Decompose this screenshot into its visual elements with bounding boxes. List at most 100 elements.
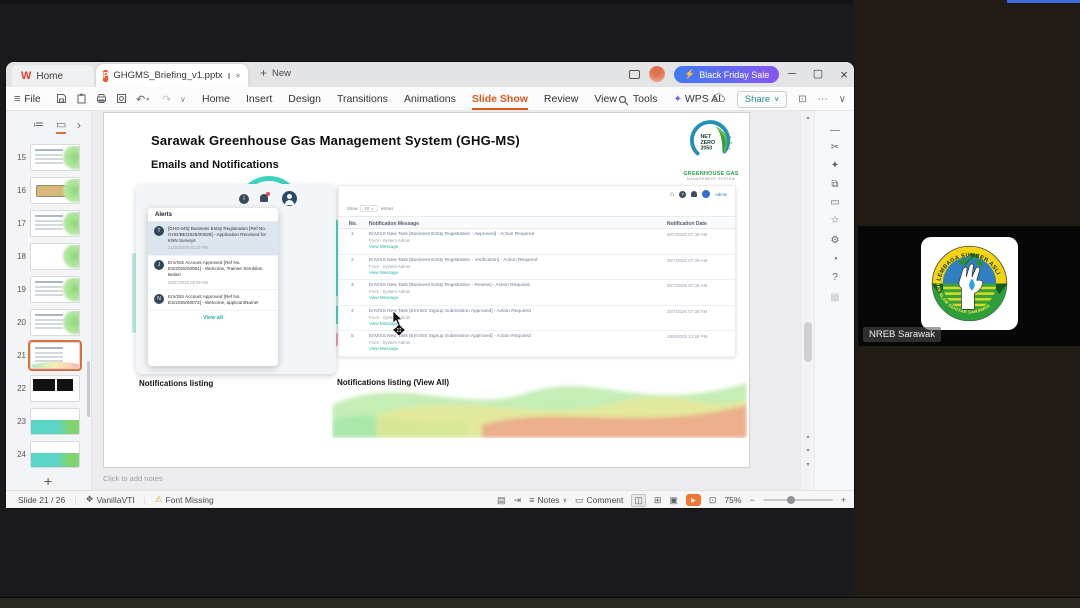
- design-tools-icon[interactable]: ✂: [815, 142, 855, 153]
- listing-topbar-icons: ⌂ ? Admin: [670, 190, 727, 198]
- menu-transitions[interactable]: Transitions: [337, 93, 388, 105]
- slide-thumbnail-16[interactable]: [30, 177, 80, 204]
- search-icon[interactable]: [618, 93, 629, 111]
- alert-item[interactable]: T [GHG-MS] Business Entity Registration […: [148, 222, 278, 257]
- multi-device-icon[interactable]: [629, 70, 640, 79]
- slide-thumbnail-24[interactable]: [30, 441, 80, 468]
- slide-thumbnail-23[interactable]: [30, 408, 80, 435]
- zoom-slider[interactable]: [762, 496, 833, 504]
- notes-toggle[interactable]: ≡ Notes ∨: [529, 495, 567, 505]
- row-number: 5: [351, 334, 354, 339]
- view-message-link[interactable]: View Message: [369, 244, 661, 250]
- save-icon[interactable]: [54, 91, 69, 106]
- slide-number: 22: [17, 384, 26, 393]
- scroll-down-icon[interactable]: ▾: [801, 461, 815, 468]
- file-menu-button[interactable]: ≡ File: [14, 87, 41, 111]
- menu-view[interactable]: View: [594, 93, 617, 105]
- fit-slide-icon[interactable]: ⊡: [709, 495, 717, 506]
- menu-animations[interactable]: Animations: [404, 93, 456, 105]
- zoom-out-button[interactable]: −: [749, 495, 754, 505]
- menu-design[interactable]: Design: [288, 93, 321, 105]
- notes-panel-icon[interactable]: ▤: [497, 495, 506, 506]
- participant-video-tile[interactable]: LEMBAGA SUMBER ASLI DAN ALAM SEKITAR SAR…: [858, 226, 1080, 346]
- notes-placeholder[interactable]: Click to add notes: [103, 474, 163, 483]
- settings-icon[interactable]: ⚙: [815, 235, 855, 246]
- smart-effects-icon[interactable]: ✦: [815, 160, 855, 171]
- normal-view-button[interactable]: ◫: [631, 493, 646, 507]
- slide-canvas[interactable]: Sarawak Greenhouse Gas Management System…: [103, 112, 750, 468]
- scrollbar-thumb[interactable]: [804, 322, 812, 362]
- account-avatar[interactable]: [649, 66, 665, 82]
- zoom-level[interactable]: 75%: [724, 495, 741, 505]
- slide-title[interactable]: Sarawak Greenhouse Gas Management System…: [151, 133, 520, 148]
- slide-thumbnail-20[interactable]: [30, 309, 80, 336]
- more-options-icon[interactable]: ⋯: [818, 94, 828, 105]
- task-window-icon[interactable]: ⊡: [798, 94, 806, 105]
- ghg-ms-logo: NET ZERO 2050 GREENHOUSE GAS MANAGEMENT …: [682, 119, 740, 181]
- comment-pane-icon[interactable]: ▭: [815, 197, 855, 208]
- font-missing-warning[interactable]: ⚠ Font Missing: [155, 494, 214, 505]
- undo-button[interactable]: ↶ ▾: [136, 87, 149, 111]
- slide-thumbnail-18[interactable]: [30, 243, 80, 270]
- slide-sorter-view-button[interactable]: ⊞: [654, 495, 662, 506]
- vertical-scrollbar[interactable]: ▴ ▴ ▾ ▾: [800, 111, 814, 490]
- alert-item[interactable]: N EnVISS Account Approved [Ref No. ES/202…: [148, 290, 278, 311]
- slide-thumbnail-22[interactable]: [30, 375, 80, 402]
- slide-subtitle[interactable]: Emails and Notifications: [151, 159, 279, 171]
- new-tab-button[interactable]: + New: [260, 67, 291, 79]
- window-edge-sliver: [1007, 0, 1080, 3]
- view-all-link[interactable]: View all: [148, 311, 278, 325]
- minimize-button[interactable]: ─: [784, 66, 800, 82]
- outline-view-icon[interactable]: ≔: [33, 119, 44, 131]
- redo-button[interactable]: ↷: [162, 87, 171, 111]
- handout-icon[interactable]: ⇥: [514, 495, 522, 506]
- reading-view-button[interactable]: ▣: [669, 495, 678, 506]
- view-message-link[interactable]: View Message: [369, 346, 661, 352]
- tab-document[interactable]: P GHGMS_Briefing_v1.pptx ∗: [96, 64, 248, 87]
- favorites-icon[interactable]: ☆: [815, 215, 855, 226]
- apps-grid-icon[interactable]: ▦: [815, 292, 855, 303]
- clipboard-icon[interactable]: [74, 91, 89, 106]
- close-button[interactable]: ×: [836, 66, 852, 82]
- menu-home[interactable]: Home: [202, 93, 230, 105]
- previous-slide-button[interactable]: ▴: [801, 433, 815, 440]
- slide-thumbnail-17[interactable]: [30, 210, 80, 237]
- slide-view-icon[interactable]: ▭: [56, 119, 67, 134]
- slide-thumbnail-19[interactable]: [30, 276, 80, 303]
- zoom-slider-handle[interactable]: [786, 496, 795, 504]
- expand-panel-icon[interactable]: ›: [77, 119, 81, 131]
- menu-insert[interactable]: Insert: [246, 93, 272, 105]
- collapse-ribbon-icon[interactable]: ∨: [839, 94, 846, 105]
- menu-tools[interactable]: Tools: [633, 93, 658, 105]
- comment-button[interactable]: ▭ Comment: [575, 495, 623, 506]
- next-slide-button[interactable]: ▾: [801, 447, 815, 454]
- tab-home[interactable]: W Home: [12, 65, 94, 87]
- collapse-pane-icon[interactable]: —: [815, 125, 855, 136]
- thumbnail-scrollbar[interactable]: [87, 361, 90, 417]
- help-circle-icon[interactable]: ?: [815, 272, 855, 283]
- toolbar-more-icon[interactable]: ∨: [180, 87, 186, 111]
- print-preview-icon[interactable]: [114, 91, 129, 106]
- theme-indicator[interactable]: ❖ VanillaVTI: [85, 494, 134, 505]
- alert-item[interactable]: J EnVISS Account Approved [Ref No. ES/202…: [148, 256, 278, 291]
- zoom-in-button[interactable]: +: [841, 495, 846, 505]
- view-message-link[interactable]: View Message: [369, 295, 661, 301]
- shape-merge-icon[interactable]: ⧉: [815, 179, 855, 190]
- print-icon[interactable]: [94, 91, 109, 106]
- wps-ai-icon: ✦: [673, 94, 682, 105]
- scroll-up-icon[interactable]: ▴: [801, 114, 815, 121]
- menu-review[interactable]: Review: [544, 93, 578, 105]
- undo-dropdown-icon[interactable]: ▾: [146, 96, 149, 103]
- black-friday-sale-button[interactable]: ⚡ Black Friday Sale: [674, 66, 780, 83]
- restore-button[interactable]: ▢: [810, 66, 826, 82]
- history-icon[interactable]: ◔: [815, 254, 855, 265]
- add-slide-button[interactable]: +: [44, 473, 52, 489]
- view-message-link[interactable]: View Message: [369, 321, 661, 327]
- menu-slide-show[interactable]: Slide Show: [471, 93, 528, 110]
- view-message-link[interactable]: View Message: [369, 270, 661, 276]
- slide-thumbnail-21[interactable]: [30, 342, 80, 369]
- cloud-sync-icon[interactable]: [711, 90, 726, 108]
- slide-thumbnail-15[interactable]: [30, 144, 80, 171]
- share-button[interactable]: Share ∨: [736, 90, 788, 108]
- slideshow-play-button[interactable]: ▶: [685, 494, 701, 506]
